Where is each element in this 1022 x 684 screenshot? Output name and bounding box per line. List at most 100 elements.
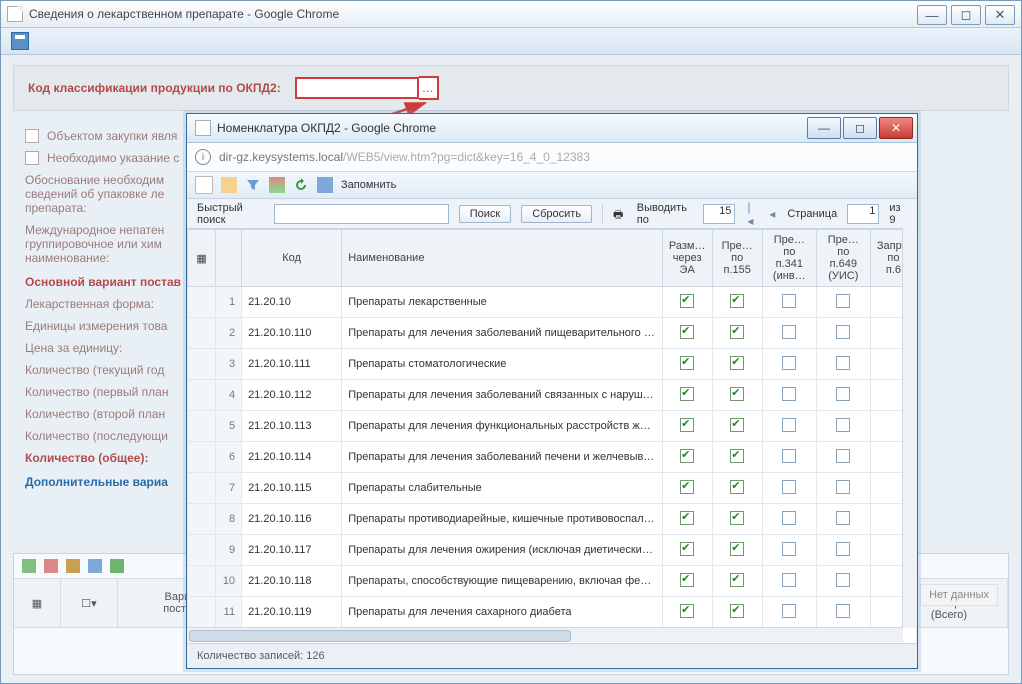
sort-icon[interactable] — [269, 177, 285, 193]
quick-search-input[interactable] — [274, 204, 449, 224]
cell-checkbox[interactable] — [762, 349, 816, 380]
row-selector[interactable] — [188, 504, 216, 535]
row-selector[interactable] — [188, 318, 216, 349]
cell-checkbox[interactable] — [762, 411, 816, 442]
sort-icon[interactable] — [66, 559, 80, 573]
print-icon[interactable]: 🖶 — [613, 206, 627, 222]
cell-checkbox[interactable] — [816, 535, 870, 566]
cell-checkbox[interactable] — [762, 597, 816, 628]
cell-checkbox[interactable] — [712, 566, 762, 597]
popup-minimize-button[interactable]: — — [807, 117, 841, 139]
row-selector[interactable] — [188, 411, 216, 442]
horizontal-scrollbar[interactable] — [187, 627, 903, 642]
col-p155[interactable]: Пре… по п.155 — [712, 230, 762, 287]
export-icon[interactable] — [110, 559, 124, 573]
page-number-input[interactable]: 1 — [847, 204, 879, 224]
cell-checkbox[interactable] — [712, 349, 762, 380]
cell-checkbox[interactable] — [762, 566, 816, 597]
cell-checkbox[interactable] — [816, 473, 870, 504]
row-selector[interactable] — [188, 349, 216, 380]
maximize-button[interactable]: ◻ — [951, 5, 981, 25]
table-row[interactable]: 421.20.10.112Препараты для лечения забол… — [188, 380, 917, 411]
cell-checkbox[interactable] — [762, 380, 816, 411]
cell-checkbox[interactable] — [712, 380, 762, 411]
cell-checkbox[interactable] — [816, 287, 870, 318]
cell-checkbox[interactable] — [712, 287, 762, 318]
cell-checkbox[interactable] — [662, 566, 712, 597]
col-p649[interactable]: Пре… по п.649 (УИС) — [816, 230, 870, 287]
reset-button[interactable]: Сбросить — [521, 205, 592, 223]
cell-checkbox[interactable] — [816, 411, 870, 442]
table-row[interactable]: 921.20.10.117Препараты для лечения ожире… — [188, 535, 917, 566]
okpd2-lookup-button[interactable]: … — [419, 76, 439, 100]
row-selector[interactable] — [188, 287, 216, 318]
cell-checkbox[interactable] — [712, 473, 762, 504]
row-selector[interactable] — [188, 566, 216, 597]
col-code[interactable]: Код — [242, 230, 342, 287]
cell-checkbox[interactable] — [712, 318, 762, 349]
cell-checkbox[interactable] — [662, 349, 712, 380]
cell-checkbox[interactable] — [762, 442, 816, 473]
cell-checkbox[interactable] — [712, 597, 762, 628]
col-ea[interactable]: Разм… через ЭА — [662, 230, 712, 287]
table-row[interactable]: 1021.20.10.118Препараты, способствующие … — [188, 566, 917, 597]
filter-icon[interactable] — [245, 177, 261, 193]
checkbox[interactable] — [25, 129, 39, 143]
cell-checkbox[interactable] — [662, 597, 712, 628]
col-p341[interactable]: Пре… по п.341 (инв… — [762, 230, 816, 287]
cell-checkbox[interactable] — [662, 535, 712, 566]
cell-checkbox[interactable] — [662, 473, 712, 504]
cell-checkbox[interactable] — [662, 287, 712, 318]
cell-checkbox[interactable] — [762, 473, 816, 504]
table-row[interactable]: 121.20.10Препараты лекарственные — [188, 287, 917, 318]
cell-checkbox[interactable] — [762, 535, 816, 566]
table-row[interactable]: 321.20.10.111Препараты стоматологические — [188, 349, 917, 380]
save-icon[interactable] — [11, 32, 29, 50]
cell-checkbox[interactable] — [816, 597, 870, 628]
cell-checkbox[interactable] — [712, 535, 762, 566]
page-size-input[interactable]: 15 — [703, 204, 735, 224]
cell-checkbox[interactable] — [662, 318, 712, 349]
remember-button[interactable]: Запомнить — [341, 179, 396, 191]
popup-close-button[interactable]: ✕ — [879, 117, 913, 139]
row-selector[interactable] — [188, 597, 216, 628]
delete-icon[interactable] — [44, 559, 58, 573]
table-row[interactable]: 521.20.10.113Препараты для лечения функц… — [188, 411, 917, 442]
popup-maximize-button[interactable]: ◻ — [843, 117, 877, 139]
minimize-button[interactable]: — — [917, 5, 947, 25]
cell-checkbox[interactable] — [662, 411, 712, 442]
cell-checkbox[interactable] — [712, 504, 762, 535]
row-selector[interactable] — [188, 380, 216, 411]
search-button[interactable]: Поиск — [459, 205, 511, 223]
cell-checkbox[interactable] — [762, 318, 816, 349]
col-name[interactable]: Наименование — [342, 230, 662, 287]
cell-checkbox[interactable] — [662, 504, 712, 535]
cell-checkbox[interactable] — [816, 318, 870, 349]
cell-checkbox[interactable] — [662, 442, 712, 473]
table-row[interactable]: 1121.20.10.119Препараты для лечения саха… — [188, 597, 917, 628]
close-button[interactable]: ✕ — [985, 5, 1015, 25]
refresh-icon[interactable] — [293, 177, 309, 193]
vertical-scrollbar[interactable] — [902, 228, 917, 628]
row-selector[interactable] — [188, 442, 216, 473]
settings-icon[interactable] — [317, 177, 333, 193]
cell-checkbox[interactable] — [816, 504, 870, 535]
cell-checkbox[interactable] — [816, 349, 870, 380]
row-selector[interactable] — [188, 473, 216, 504]
cell-checkbox[interactable] — [712, 442, 762, 473]
info-icon[interactable]: i — [195, 149, 211, 165]
table-row[interactable]: 621.20.10.114Препараты для лечения забол… — [188, 442, 917, 473]
cell-checkbox[interactable] — [816, 566, 870, 597]
okpd2-input[interactable] — [295, 77, 419, 99]
cell-checkbox[interactable] — [762, 504, 816, 535]
filter-icon[interactable] — [88, 559, 102, 573]
table-row[interactable]: 821.20.10.116Препараты противодиарейные,… — [188, 504, 917, 535]
cell-checkbox[interactable] — [762, 287, 816, 318]
col-selector[interactable]: ▦ — [188, 230, 216, 287]
first-page-button[interactable]: |◂ — [745, 200, 757, 228]
checkbox[interactable] — [25, 151, 39, 165]
edit-icon[interactable] — [221, 177, 237, 193]
add-icon[interactable] — [22, 559, 36, 573]
cell-checkbox[interactable] — [712, 411, 762, 442]
cell-checkbox[interactable] — [662, 380, 712, 411]
